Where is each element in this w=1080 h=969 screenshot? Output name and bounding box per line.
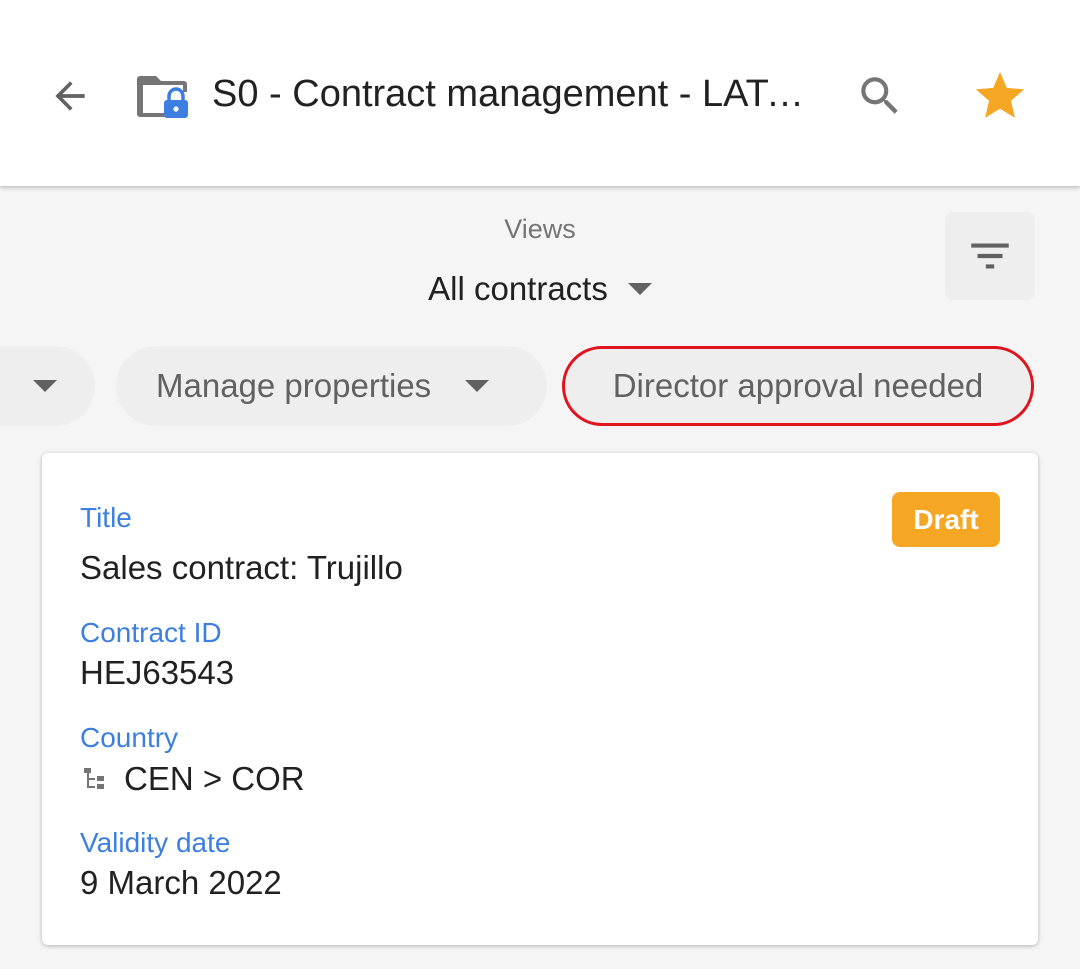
favorite-button[interactable] [968, 64, 1032, 128]
view-selector[interactable]: All contracts [380, 262, 700, 316]
country-label: Country [80, 722, 179, 753]
chevron-down-icon [465, 380, 490, 392]
title-value: Sales contract: Trujillo [80, 549, 403, 586]
filter-icon [971, 243, 1009, 269]
star-icon [975, 71, 1025, 118]
manage-properties-chip[interactable]: Manage properties [116, 346, 547, 426]
manage-properties-label: Manage properties [156, 367, 432, 404]
search-button[interactable] [850, 66, 910, 126]
search-icon [861, 77, 898, 114]
chevron-down-icon [627, 283, 652, 295]
title-label: Title [80, 502, 132, 533]
validity-date-label: Validity date [80, 827, 231, 858]
filter-button[interactable] [945, 212, 1035, 300]
selected-view: All contracts [428, 270, 608, 307]
chevron-down-icon [33, 380, 57, 392]
page-title: S0 - Contract management - LATAM [212, 73, 822, 115]
app-bar: S0 - Contract management - LATAM [0, 0, 1080, 186]
contract-id-value: HEJ63543 [80, 654, 235, 691]
country-value: CEN > COR [124, 760, 305, 797]
arrow-left-icon [55, 81, 85, 111]
status-badge: Draft [892, 492, 1000, 547]
director-approval-chip[interactable]: Director approval needed [562, 346, 1034, 426]
validity-date-value: 9 March 2022 [80, 864, 282, 901]
hierarchy-icon [84, 768, 104, 789]
back-button[interactable] [40, 66, 100, 126]
contract-id-label: Contract ID [80, 617, 222, 648]
director-approval-label: Director approval needed [612, 367, 984, 404]
views-label: Views [504, 214, 576, 244]
country-value-row: CEN > COR [80, 759, 305, 799]
contract-card[interactable]: Draft Title Sales contract: Trujillo Con… [42, 453, 1038, 945]
filter-chip-partial[interactable] [0, 346, 95, 426]
locked-folder-icon [137, 76, 188, 118]
